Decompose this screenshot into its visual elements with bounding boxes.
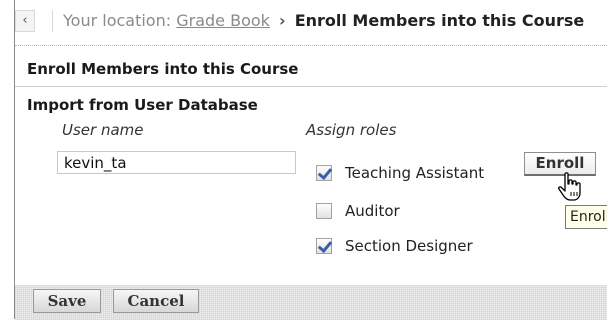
breadcrumb-dotted-divider (15, 45, 607, 46)
section-title: Import from User Database (27, 96, 258, 114)
save-button[interactable]: Save (33, 289, 101, 313)
breadcrumb-prefix: Your location: (63, 11, 172, 30)
role-label: Teaching Assistant (345, 164, 485, 182)
section-designer-checkbox[interactable] (316, 238, 332, 254)
title-divider (15, 86, 607, 87)
hand-pointer-icon (558, 172, 581, 201)
auditor-checkbox[interactable] (316, 203, 332, 219)
role-section-designer[interactable]: Section Designer (316, 234, 473, 258)
enroll-tooltip: Enroll (565, 205, 607, 229)
role-label: Section Designer (345, 237, 473, 255)
breadcrumb-separator-icon: › (279, 11, 286, 30)
username-label: User name (62, 121, 144, 139)
left-border (14, 0, 15, 319)
back-button[interactable]: ‹ (15, 10, 35, 32)
page-title: Enroll Members into this Course (27, 60, 299, 78)
teaching-assistant-checkbox[interactable] (316, 165, 332, 181)
footer-bar (15, 285, 607, 320)
role-label: Auditor (345, 202, 400, 220)
role-teaching-assistant[interactable]: Teaching Assistant (316, 161, 484, 185)
role-auditor[interactable]: Auditor (316, 199, 400, 223)
username-input[interactable] (57, 151, 296, 174)
chevron-left-icon: ‹ (22, 13, 28, 28)
cancel-button[interactable]: Cancel (113, 289, 199, 313)
breadcrumb-divider (52, 10, 53, 32)
breadcrumb-link-grade-book[interactable]: Grade Book (176, 11, 270, 30)
breadcrumb: Your location: Grade Book › Enroll Membe… (63, 10, 584, 32)
assign-roles-label: Assign roles (306, 121, 397, 139)
breadcrumb-current: Enroll Members into this Course (294, 11, 585, 30)
